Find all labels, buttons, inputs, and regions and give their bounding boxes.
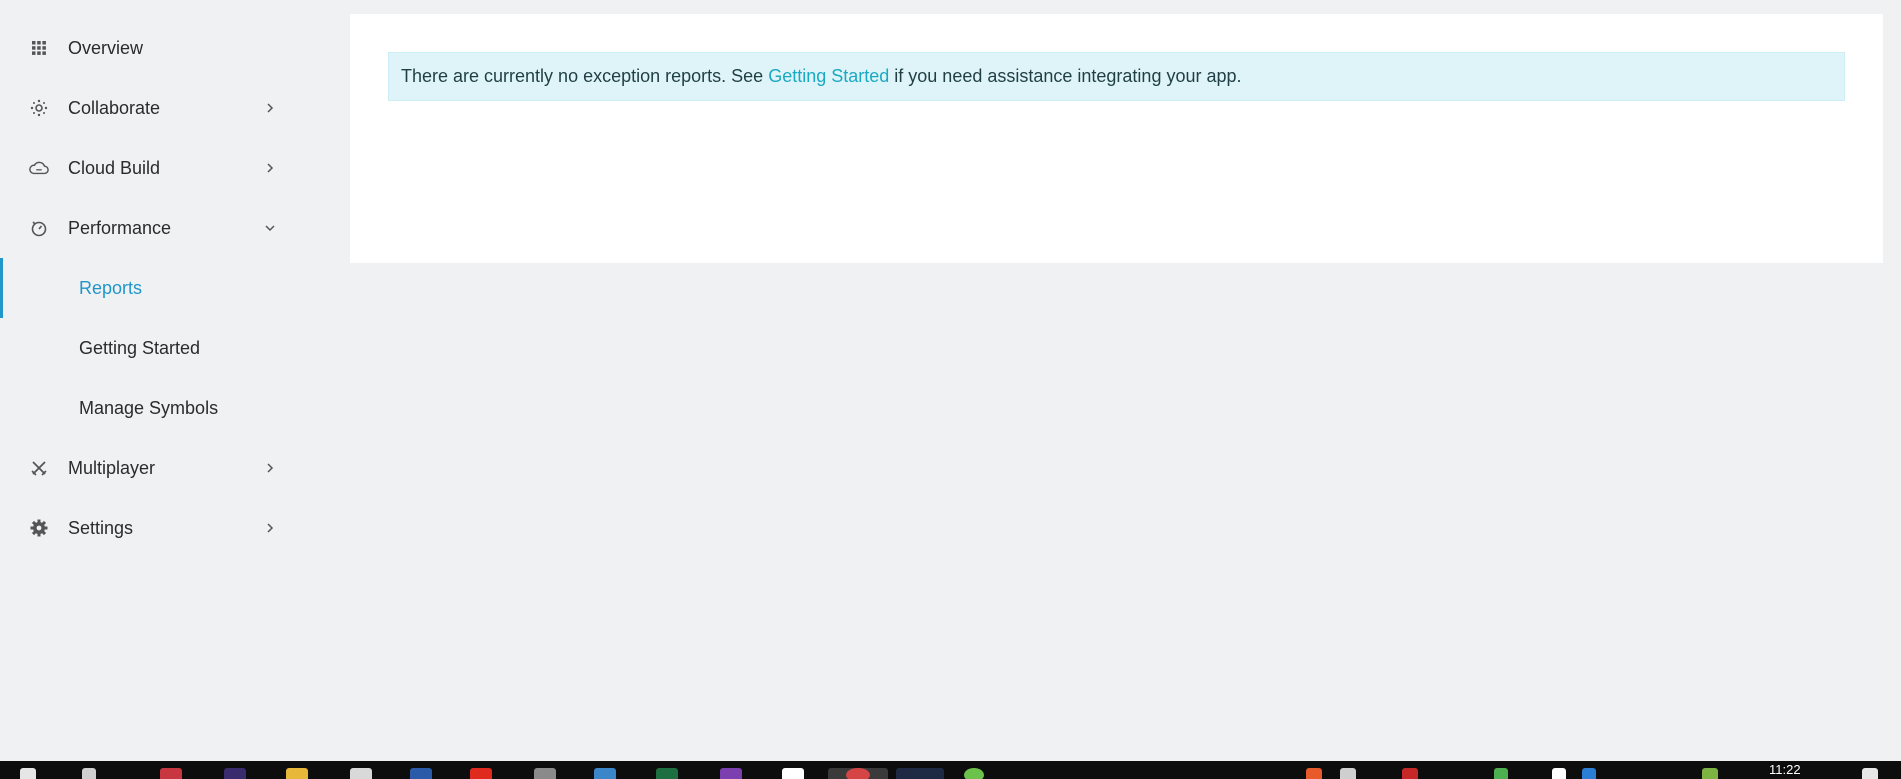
sidebar-subitem-manage-symbols[interactable]: Manage Symbols xyxy=(0,378,300,438)
app-icon[interactable] xyxy=(720,768,742,779)
gear-icon xyxy=(29,518,49,538)
sidebar-subitem-label: Getting Started xyxy=(79,337,201,358)
app-icon[interactable] xyxy=(964,768,984,779)
sidebar-item-overview[interactable]: Overview xyxy=(0,18,300,78)
app-icon[interactable] xyxy=(534,768,556,779)
app-icon[interactable] xyxy=(782,768,804,779)
sidebar-item-label: Multiplayer xyxy=(68,457,156,478)
tray-icon[interactable] xyxy=(1340,768,1356,779)
sidebar-subitem-reports[interactable]: Reports xyxy=(0,258,300,318)
sidebar-item-multiplayer[interactable]: Multiplayer xyxy=(0,438,300,498)
app-icon[interactable] xyxy=(896,768,944,779)
notification-icon[interactable] xyxy=(1862,768,1878,779)
taskbar-clock[interactable]: 11:22 xyxy=(1769,762,1801,777)
chevron-right-icon xyxy=(262,460,278,476)
alert-text-after: if you need assistance integrating your … xyxy=(894,66,1242,86)
sidebar-item-label: Collaborate xyxy=(68,97,161,118)
app-icon[interactable] xyxy=(224,768,246,779)
sidebar: Overview Collaborate Cloud Build Perform… xyxy=(0,0,300,760)
chevron-right-icon xyxy=(262,160,278,176)
crossed-swords-icon xyxy=(29,458,49,478)
tray-icon[interactable] xyxy=(1552,768,1566,779)
sidebar-item-label: Overview xyxy=(68,37,144,58)
collaborate-icon xyxy=(29,98,49,118)
app-icon[interactable] xyxy=(160,768,182,779)
app-icon[interactable] xyxy=(594,768,616,779)
chevron-right-icon xyxy=(262,520,278,536)
app-icon[interactable] xyxy=(656,768,678,779)
alert-text-before: There are currently no exception reports… xyxy=(401,66,764,86)
sidebar-item-cloud-build[interactable]: Cloud Build xyxy=(0,138,300,198)
app-icon[interactable] xyxy=(350,768,372,779)
app-icon[interactable] xyxy=(410,768,432,779)
tray-icon[interactable] xyxy=(1402,768,1418,779)
sidebar-item-settings[interactable]: Settings xyxy=(0,498,300,558)
sidebar-subitem-getting-started[interactable]: Getting Started xyxy=(0,318,300,378)
grid-icon xyxy=(29,38,49,58)
tray-icon[interactable] xyxy=(1702,768,1718,779)
app-icon[interactable] xyxy=(846,768,870,779)
tray-icon[interactable] xyxy=(1582,768,1596,779)
folder-icon[interactable] xyxy=(286,768,308,779)
task-view-icon[interactable] xyxy=(82,768,96,779)
chevron-right-icon xyxy=(262,100,278,116)
sidebar-item-collaborate[interactable]: Collaborate xyxy=(0,78,300,138)
main-panel: There are currently no exception reports… xyxy=(350,14,1883,263)
sidebar-subitem-label: Reports xyxy=(79,277,143,298)
start-icon[interactable] xyxy=(20,768,36,779)
sidebar-item-label: Cloud Build xyxy=(68,157,161,178)
info-alert: There are currently no exception reports… xyxy=(388,52,1845,101)
stopwatch-icon xyxy=(29,218,49,238)
cloud-icon xyxy=(29,158,49,178)
tray-icon[interactable] xyxy=(1494,768,1508,779)
sidebar-item-label: Performance xyxy=(68,217,172,238)
app-icon[interactable] xyxy=(470,768,492,779)
taskbar: 11:22 xyxy=(0,761,1901,779)
getting-started-link[interactable]: Getting Started xyxy=(768,66,889,87)
chevron-down-icon xyxy=(262,220,278,236)
tray-icon[interactable] xyxy=(1306,768,1322,779)
sidebar-item-label: Settings xyxy=(68,517,134,538)
sidebar-item-performance[interactable]: Performance xyxy=(0,198,300,258)
sidebar-subitem-label: Manage Symbols xyxy=(79,397,219,418)
